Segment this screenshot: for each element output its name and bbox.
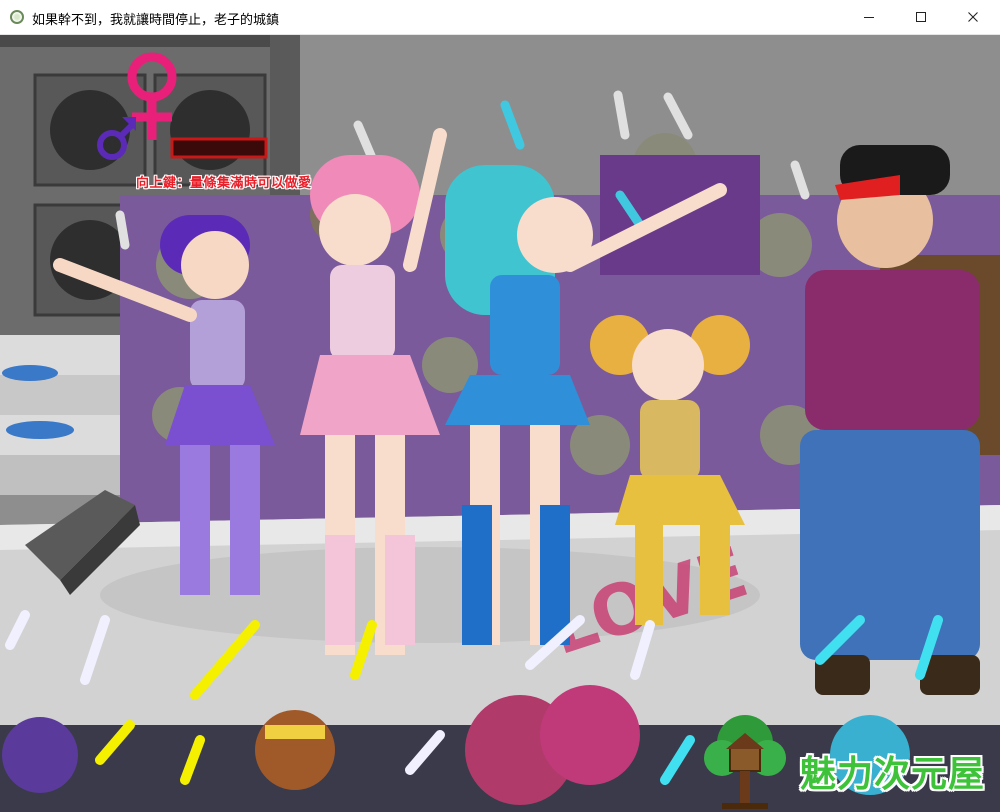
maximize-button[interactable] <box>898 0 944 34</box>
arousal-gauge <box>170 137 268 159</box>
minimize-icon <box>864 17 874 18</box>
close-icon <box>968 12 978 22</box>
male-icon <box>97 117 137 160</box>
watermark: 魅力次元屋 <box>700 713 1000 812</box>
window-title: 如果幹不到，我就讓時間停止，老子的城鎮 <box>32 13 280 28</box>
window-title-bar[interactable]: 如果幹不到，我就讓時間停止，老子的城鎮 <box>0 0 1000 35</box>
app-icon <box>10 10 24 24</box>
arousal-hud: 向上鍵：量條集滿時可以做愛 <box>92 45 332 191</box>
watermark-text: 魅力次元屋 <box>800 754 986 795</box>
game-viewport[interactable]: LOVE <box>0 35 1000 812</box>
instruction-text: 向上鍵：量條集滿時可以做愛 <box>136 176 312 191</box>
maximize-icon <box>916 12 926 22</box>
treehouse-logo <box>704 715 786 809</box>
gender-symbols <box>97 52 268 160</box>
minimize-button[interactable] <box>846 0 892 34</box>
female-icon <box>127 52 177 140</box>
close-button[interactable] <box>950 0 996 34</box>
